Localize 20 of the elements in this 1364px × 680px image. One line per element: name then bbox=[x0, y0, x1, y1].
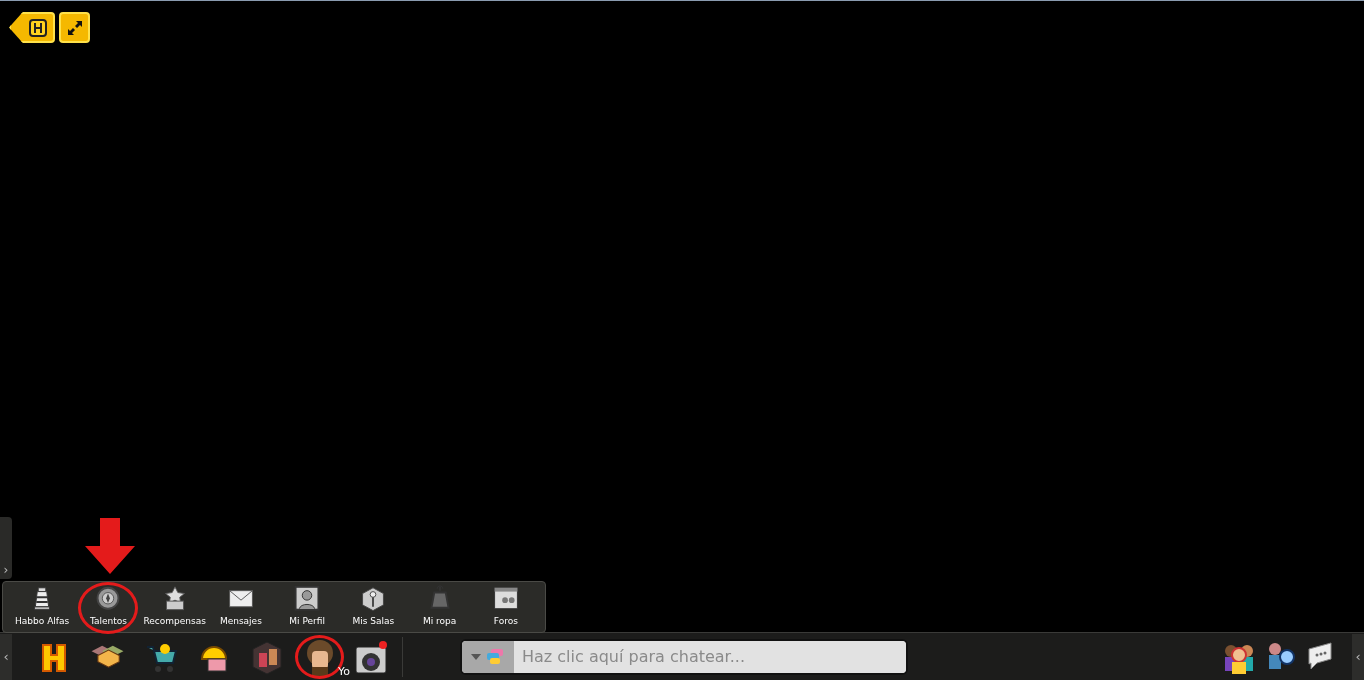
fullscreen-button[interactable] bbox=[59, 12, 90, 43]
avatar-label: Yo bbox=[338, 663, 350, 680]
chat-style-button[interactable] bbox=[462, 640, 514, 673]
boxes-icon bbox=[91, 644, 124, 669]
menu-item[interactable]: Mi ropa bbox=[406, 584, 473, 630]
menu-item[interactable]: Mensajes bbox=[207, 584, 274, 630]
chat-input-field[interactable]: Haz clic aquí para chatear... bbox=[514, 640, 906, 673]
speech-bubbles-icon bbox=[485, 646, 505, 667]
menu-item[interactable]: Recompensas bbox=[141, 584, 208, 630]
menu-item[interactable]: Mis Salas bbox=[340, 584, 407, 630]
menu-item[interactable]: Foros bbox=[472, 584, 539, 630]
side-toggle[interactable]: › bbox=[0, 517, 12, 579]
menu-item[interactable]: Habbo Alfas bbox=[9, 584, 76, 630]
toolbar-toggle[interactable]: ‹ bbox=[1352, 633, 1364, 680]
expand-icon bbox=[65, 18, 84, 37]
menu-item[interactable]: Mi Perfil bbox=[274, 584, 341, 630]
caret-icon bbox=[471, 653, 481, 660]
toolbar-toggle[interactable]: ‹ bbox=[0, 633, 12, 680]
h-logo-icon bbox=[29, 18, 47, 37]
home-button[interactable] bbox=[9, 12, 55, 43]
